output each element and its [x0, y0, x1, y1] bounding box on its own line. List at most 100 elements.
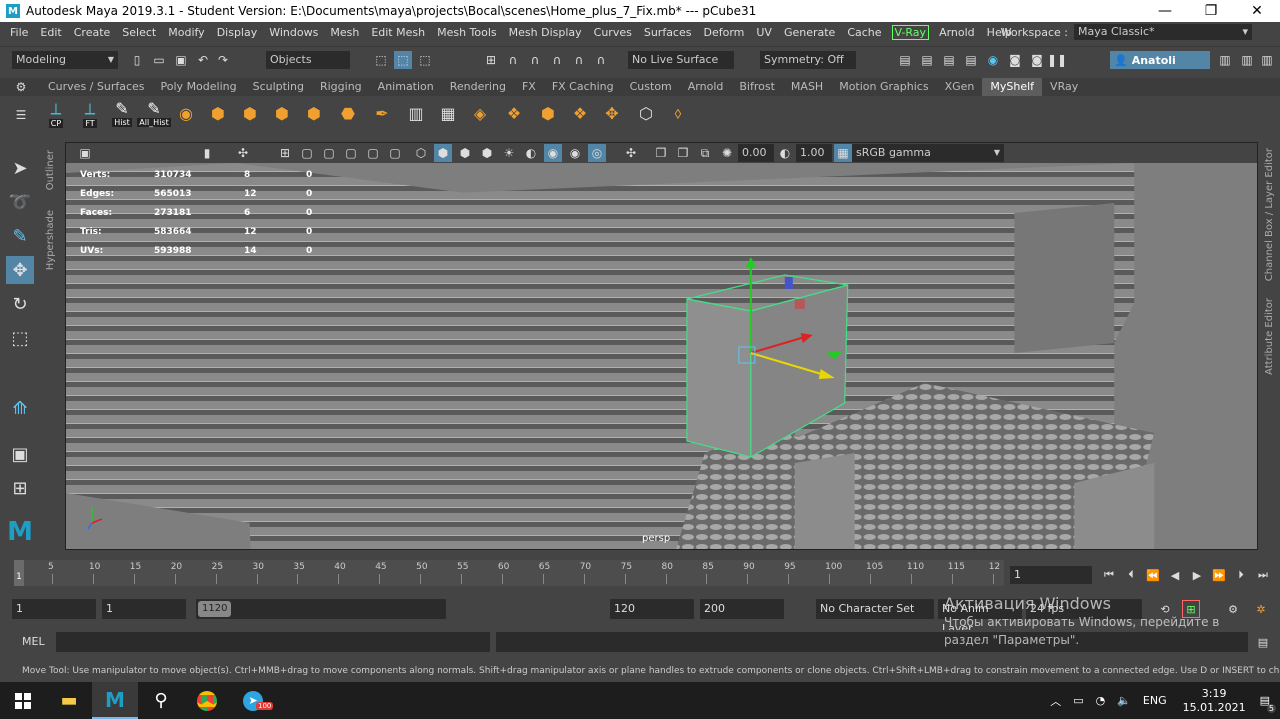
move-tool-icon[interactable]: ✥	[6, 256, 34, 284]
select-tool-arrow-icon[interactable]: ➤	[6, 154, 34, 182]
shelf-button-target-weld[interactable]: ◈	[466, 99, 494, 127]
shelf-tab-arnold[interactable]: Arnold	[680, 78, 732, 96]
language-indicator[interactable]: ENG	[1143, 694, 1167, 707]
step-forward-key-icon[interactable]: ⏩	[1210, 566, 1228, 584]
select-component-icon[interactable]: ⬚	[416, 51, 434, 69]
hypershade-icon[interactable]: ◉	[984, 51, 1002, 69]
selected-cube-front[interactable]	[686, 298, 752, 458]
snap-vertex-icon[interactable]: ∩	[592, 51, 610, 69]
taskbar-search-app[interactable]: ⚲	[138, 682, 184, 719]
menu-windows[interactable]: Windows	[263, 26, 324, 39]
time-slider-track[interactable]: 1 5 10 15 20 25 30 35 40 45 50 55 60 65 70 75 80 85 90 95 1…	[14, 560, 1004, 586]
animation-preferences-icon[interactable]: ⚙	[1224, 600, 1242, 618]
shelf-tab-bifrost[interactable]: Bifrost	[731, 78, 783, 96]
play-backward-icon[interactable]: ◀	[1166, 566, 1184, 584]
range-handle[interactable]: 1 120	[198, 601, 232, 617]
menu-file[interactable]: File	[4, 26, 34, 39]
auto-key-icon[interactable]: ⊞	[1182, 600, 1200, 618]
close-button[interactable]: ✕	[1234, 0, 1280, 22]
snap-grid-icon[interactable]: ⊞	[482, 51, 500, 69]
snap-curve-icon[interactable]: ∩	[504, 51, 522, 69]
vray-render-icon[interactable]: ◙	[1006, 51, 1024, 69]
playback-end-field[interactable]: 120	[610, 599, 694, 619]
shelf-button-extrude[interactable]: ⬣	[334, 99, 362, 127]
current-frame-field[interactable]: 1	[1010, 566, 1092, 584]
shelf-tab-animation[interactable]: Animation	[370, 78, 442, 96]
shelf-tab-rendering[interactable]: Rendering	[442, 78, 514, 96]
shelf-tab-xgen[interactable]: XGen	[937, 78, 983, 96]
taskbar-maya[interactable]: M	[92, 682, 138, 719]
select-object-icon[interactable]: ⬚	[394, 51, 412, 69]
channel-box-side-tab[interactable]: Channel Box / Layer Editor	[1264, 148, 1275, 281]
gate-mask-icon[interactable]: ▢	[342, 144, 360, 162]
fps-dropdown[interactable]: 24 fps	[1026, 599, 1142, 619]
shelf-button-pen[interactable]: ✒	[368, 99, 396, 127]
xy-plane-handle[interactable]	[794, 299, 805, 309]
animation-end-field[interactable]: 200	[700, 599, 784, 619]
camera-select-icon[interactable]: ▣	[76, 144, 94, 162]
rotate-tool-icon[interactable]: ↻	[6, 290, 34, 318]
snap-camera-icon[interactable]: ✣	[234, 144, 252, 162]
step-back-key-icon[interactable]: ⏪	[1144, 566, 1162, 584]
taskbar-chrome[interactable]	[184, 682, 230, 719]
smooth-shade-icon[interactable]: ⬢	[434, 144, 452, 162]
single-layout-icon[interactable]: ▣	[6, 440, 34, 468]
motion-blur-icon[interactable]: ❐	[674, 144, 692, 162]
undo-icon[interactable]: ↶	[194, 51, 212, 69]
shelf-tab-fx[interactable]: FX	[514, 78, 544, 96]
shelf-tab-rigging[interactable]: Rigging	[312, 78, 370, 96]
play-forward-icon[interactable]: ▶	[1188, 566, 1206, 584]
shelf-tab-myshelf[interactable]: MyShelf	[982, 78, 1043, 96]
four-view-layout-icon[interactable]: ⊞	[6, 474, 34, 502]
maximize-button[interactable]: ❐	[1188, 0, 1234, 22]
outliner-side-tab[interactable]: Outliner	[45, 150, 56, 190]
taskbar-telegram[interactable]: ➤ 100	[230, 682, 276, 719]
shelf-tab-poly-modeling[interactable]: Poly Modeling	[153, 78, 245, 96]
lights-icon[interactable]: ☀	[500, 144, 518, 162]
shaded-brush-icon[interactable]: ✣	[622, 144, 640, 162]
character-icon[interactable]: ✲	[1252, 600, 1270, 618]
render-view-icon[interactable]: ▤	[896, 51, 914, 69]
open-scene-icon[interactable]: ▭	[150, 51, 168, 69]
shelf-tab-curves-surfaces[interactable]: Curves / Surfaces	[40, 78, 153, 96]
shelf-tab-fx-caching[interactable]: FX Caching	[544, 78, 622, 96]
anim-layer-dropdown[interactable]: No Anim Layer	[938, 599, 1022, 635]
show-hidden-icons-icon[interactable]: ︿	[1050, 693, 1061, 709]
go-to-end-icon[interactable]: ⏭	[1254, 566, 1272, 584]
shadows-icon[interactable]: ◐	[522, 144, 540, 162]
view-transform-dropdown[interactable]: sRGB gamma ▼	[852, 144, 1004, 162]
field-chart-icon[interactable]: ▢	[364, 144, 382, 162]
user-account-button[interactable]: 👤 Anatoli	[1110, 51, 1210, 69]
anti-aliasing-icon[interactable]: ⧉	[696, 144, 714, 162]
shelf-button-cube-a[interactable]: ⬢	[204, 99, 232, 127]
attribute-editor-side-tab[interactable]: Attribute Editor	[1264, 298, 1275, 375]
gamma-icon[interactable]: ◐	[776, 144, 794, 162]
shelf-button-cube-d[interactable]: ⬢	[300, 99, 328, 127]
shelf-button-all-hist[interactable]: ✎ All_Hist	[137, 99, 171, 127]
selection-mode-dropdown[interactable]: Objects	[266, 51, 350, 69]
live-surface-field[interactable]: No Live Surface	[628, 51, 734, 69]
attribute-editor-toggle-icon[interactable]: ▥	[1238, 51, 1256, 69]
start-button[interactable]	[0, 682, 46, 719]
save-scene-icon[interactable]: ▣	[172, 51, 190, 69]
menu-create[interactable]: Create	[68, 26, 117, 39]
shelf-button-boolean[interactable]: ✥	[598, 99, 626, 127]
character-set-dropdown[interactable]: No Character Set	[816, 599, 934, 619]
step-back-frame-icon[interactable]: ⏴	[1122, 566, 1140, 584]
shelf-button-ft[interactable]: ⟂ FT	[76, 99, 104, 128]
last-tool-icon[interactable]: ⟰	[6, 394, 34, 422]
safe-action-icon[interactable]: ▢	[386, 144, 404, 162]
gamma-field[interactable]: 1.00	[796, 144, 832, 162]
notifications-icon[interactable]: ▤ 5	[1260, 694, 1276, 713]
new-scene-icon[interactable]: ▯	[128, 51, 146, 69]
grid-icon[interactable]: ⊞	[276, 144, 294, 162]
shelf-tab-custom[interactable]: Custom	[622, 78, 680, 96]
menu-mesh[interactable]: Mesh	[324, 26, 365, 39]
xray-joints-icon[interactable]: ◎	[588, 144, 606, 162]
menu-modify[interactable]: Modify	[162, 26, 210, 39]
shelf-button-edge-loop[interactable]: ▥	[402, 99, 430, 127]
select-hierarchy-icon[interactable]: ⬚	[372, 51, 390, 69]
mel-input[interactable]	[56, 632, 490, 652]
volume-icon[interactable]: 🔈	[1117, 694, 1131, 707]
yz-plane-handle[interactable]	[784, 277, 793, 289]
